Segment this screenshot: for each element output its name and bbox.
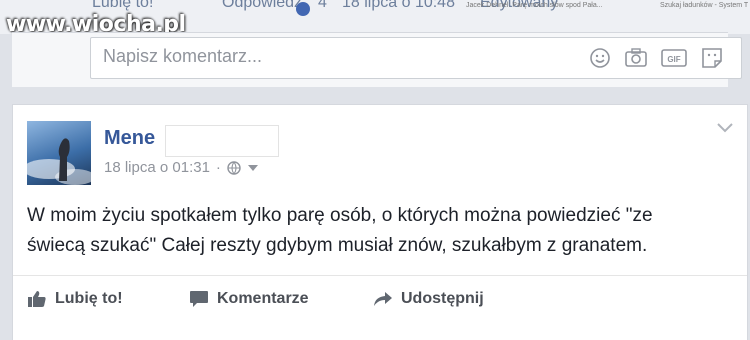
like-button[interactable]: Lubię to! (27, 290, 123, 308)
like-badge-icon (296, 2, 310, 16)
comment-input[interactable]: Napisz komentarz... GIF (90, 37, 742, 79)
post-author[interactable]: Mene (104, 127, 155, 150)
post-date[interactable]: 18 lipca o 01:31 (104, 159, 210, 176)
gif-icon[interactable]: GIF (661, 46, 687, 70)
audience-dropdown-icon[interactable] (247, 163, 259, 173)
prev-like-link[interactable]: Lubię to! (92, 0, 153, 12)
post-card: Mene 18 lipca o 01:31 · W moim życiu spo… (12, 104, 748, 340)
post-actions: Lubię to! Komentarze Udostępnij (13, 275, 747, 316)
emoji-icon[interactable] (587, 46, 613, 70)
prev-like-count: 4 (318, 0, 327, 11)
share-label: Udostępnij (401, 290, 484, 307)
camera-icon[interactable] (623, 46, 649, 70)
post-text-line-1: W moim życiu spotkałem tylko parę osób, … (27, 205, 653, 226)
prev-reply-link[interactable]: Odpowiedz (222, 0, 302, 12)
ticker-item-1[interactable]: Jacek Dehnel: Parę moich słów spod Pała.… (466, 2, 603, 9)
redacted-name (165, 125, 279, 157)
thumbs-up-icon (28, 291, 46, 307)
post-options-chevron-icon[interactable] (717, 123, 733, 133)
comment-label: Komentarze (217, 290, 309, 307)
meta-separator: · (215, 159, 221, 176)
comment-bubble-icon (190, 291, 208, 307)
globe-icon (227, 160, 241, 175)
svg-text:GIF: GIF (667, 55, 680, 64)
prev-comment-time[interactable]: 18 lipca o 10:48 (342, 0, 455, 12)
sticker-icon[interactable] (699, 46, 725, 70)
share-arrow-icon (374, 292, 392, 306)
avatar[interactable] (27, 121, 91, 185)
post-text-line-2: świecą szukać" Całej reszty gdybym musia… (27, 235, 648, 256)
share-button[interactable]: Udostępnij (373, 290, 484, 308)
post-meta: 18 lipca o 01:31 · (104, 159, 259, 176)
ticker-item-2[interactable]: Szukaj ładunków - System T (660, 2, 748, 9)
comment-composer: Napisz komentarz... GIF (12, 32, 742, 87)
post-text: W moim życiu spotkałem tylko parę osób, … (27, 201, 727, 261)
comment-placeholder: Napisz komentarz... (103, 46, 263, 66)
like-label: Lubię to! (55, 290, 123, 307)
comment-button[interactable]: Komentarze (189, 290, 309, 308)
